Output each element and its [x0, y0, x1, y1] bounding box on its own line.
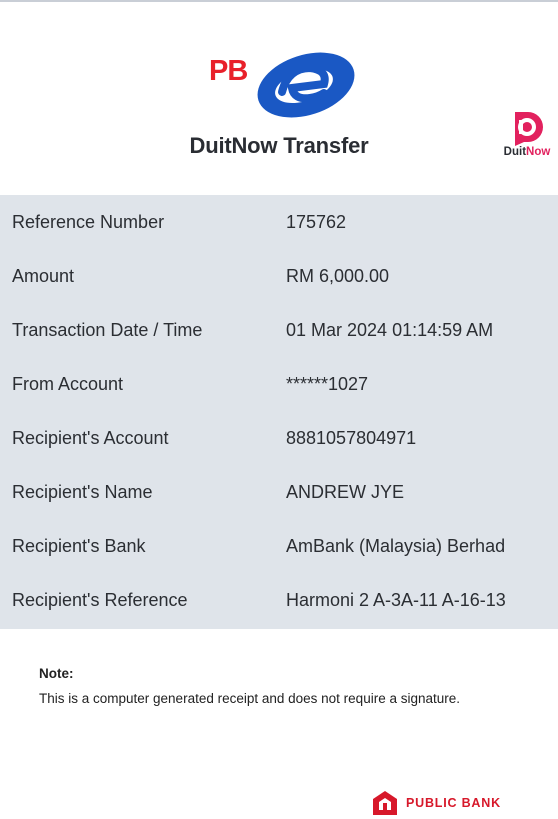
detail-value: RM 6,000.00: [286, 266, 390, 286]
duitnow-wordmark-part2: Now: [526, 146, 551, 158]
detail-label: From Account: [12, 374, 124, 394]
duitnow-logo: DuitNow: [496, 108, 558, 164]
detail-label: Recipient's Account: [12, 428, 169, 448]
detail-row-recipient-name: Recipient's Name ANDREW JYE: [0, 465, 558, 519]
detail-value: Harmoni 2 A-3A-11 A-16-13: [286, 590, 506, 610]
duitnow-logo-icon: [515, 112, 543, 146]
detail-label: Recipient's Name: [12, 482, 153, 502]
detail-label: Transaction Date / Time: [12, 320, 203, 340]
detail-value: 01 Mar 2024 01:14:59 AM: [286, 320, 494, 340]
note-text: This is a computer generated receipt and…: [39, 691, 460, 706]
detail-row-from-account: From Account ******1027: [0, 357, 558, 411]
top-divider: [0, 0, 558, 2]
pbe-logo: PB: [209, 52, 355, 118]
detail-row-reference-number: Reference Number 175762: [0, 195, 558, 249]
detail-row-recipient-account: Recipient's Account 8881057804971: [0, 411, 558, 465]
public-bank-logo: PUBLIC BANK: [372, 790, 532, 816]
svg-text:PB: PB: [209, 55, 247, 87]
detail-row-recipient-bank: Recipient's Bank AmBank (Malaysia) Berha…: [0, 519, 558, 573]
duitnow-wordmark: DuitNow: [496, 146, 558, 158]
detail-value: ANDREW JYE: [286, 482, 405, 502]
detail-label: Amount: [12, 266, 75, 286]
duitnow-wordmark-part1: Duit: [503, 146, 527, 158]
detail-label: Reference Number: [12, 212, 165, 232]
public-bank-wordmark: PUBLIC BANK: [406, 796, 501, 810]
public-bank-logo-icon: [373, 791, 397, 815]
detail-value: 175762: [286, 212, 347, 232]
detail-row-transaction-date: Transaction Date / Time 01 Mar 2024 01:1…: [0, 303, 558, 357]
detail-label: Recipient's Bank: [12, 536, 146, 556]
note-title: Note:: [39, 666, 74, 681]
detail-label: Recipient's Reference: [12, 590, 188, 610]
detail-value: 8881057804971: [286, 428, 417, 448]
detail-value: AmBank (Malaysia) Berhad: [286, 536, 506, 556]
detail-row-recipient-reference: Recipient's Reference Harmoni 2 A-3A-11 …: [0, 573, 558, 627]
detail-value: ******1027: [286, 374, 369, 394]
page-title: DuitNow Transfer: [189, 133, 369, 158]
detail-row-amount: Amount RM 6,000.00: [0, 249, 558, 303]
transaction-details: Reference Number 175762 Amount RM 6,000.…: [0, 195, 558, 629]
